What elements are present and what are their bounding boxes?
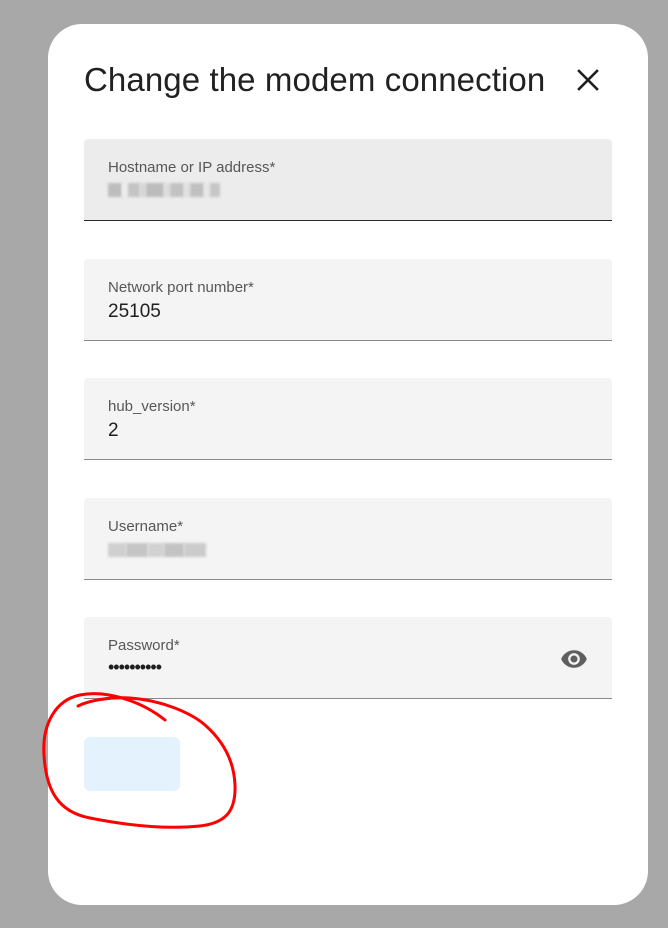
hub-version-value: 2 [108, 420, 119, 441]
dialog: Change the modem connection Hostname or … [48, 24, 648, 905]
username-field[interactable]: Username* [84, 498, 612, 580]
hub-version-field[interactable]: hub_version* 2 [84, 378, 612, 460]
port-value: 25105 [108, 301, 161, 322]
close-button[interactable] [568, 60, 608, 100]
dialog-title: Change the modem connection [84, 61, 546, 98]
password-value: •••••••••• [108, 657, 162, 677]
hub-version-label: hub_version* [108, 398, 196, 415]
username-value-redacted [108, 543, 206, 557]
close-icon [577, 69, 599, 91]
hostname-value-redacted [108, 183, 220, 197]
password-label: Password* [108, 637, 180, 654]
eye-icon [561, 650, 587, 668]
port-label: Network port number* [108, 279, 254, 296]
hostname-field[interactable]: Hostname or IP address* [84, 139, 612, 221]
password-field[interactable]: Password* •••••••••• [84, 617, 612, 699]
show-password-button[interactable] [560, 645, 588, 673]
port-field[interactable]: Network port number* 25105 [84, 259, 612, 341]
username-label: Username* [108, 518, 184, 535]
hostname-label: Hostname or IP address* [108, 159, 276, 176]
submit-button[interactable] [84, 737, 180, 791]
